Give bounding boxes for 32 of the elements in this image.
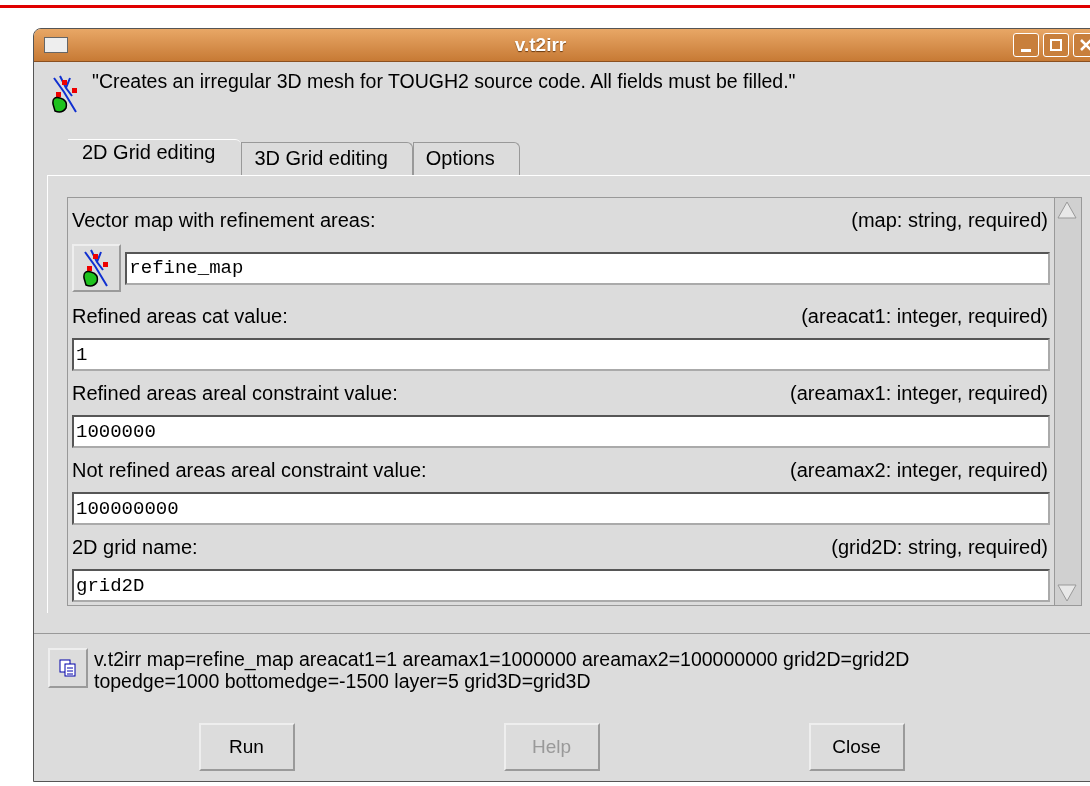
input-field[interactable]: grid2D (72, 569, 1050, 602)
copy-button[interactable] (48, 648, 88, 688)
window-title: v.t2irr (513, 34, 568, 56)
window-menu-button[interactable] (44, 37, 68, 53)
input-field[interactable]: 1000000 (72, 415, 1050, 448)
field-spec: (map: string, required) (851, 208, 1048, 232)
input-field[interactable]: 1 (72, 338, 1050, 371)
input-field[interactable]: 100000000 (72, 492, 1050, 525)
maximize-button[interactable] (1043, 33, 1069, 57)
field-spec: (areacat1: integer, required) (801, 304, 1048, 328)
maximize-icon (1049, 38, 1063, 52)
field-label: Not refined areas areal constraint value: (72, 458, 427, 482)
close-icon (1079, 38, 1090, 52)
scrollbar[interactable] (1054, 198, 1081, 605)
field-spec: (areamax1: integer, required) (790, 381, 1048, 405)
tab[interactable]: 3D Grid editing (241, 142, 413, 175)
field-spec: (grid2D: string, required) (831, 535, 1048, 559)
tab[interactable]: Options (412, 142, 520, 175)
field-label: Vector map with refinement areas: (72, 208, 376, 232)
field-label: Refined areas areal constraint value: (72, 381, 398, 405)
field-label: 2D grid name: (72, 535, 198, 559)
dialog-button[interactable]: Run (198, 723, 295, 771)
dialog-button[interactable]: Close (808, 723, 905, 771)
field-spec: (areamax2: integer, required) (790, 458, 1048, 482)
module-description: "Creates an irregular 3D mesh for TOUGH2 source code. All fields must be filled." (92, 70, 796, 94)
map-picker-button[interactable] (72, 244, 122, 292)
copy-icon (58, 658, 78, 678)
minimize-icon (1021, 48, 1031, 52)
field-label: Refined areas cat value: (72, 304, 288, 328)
minimize-button[interactable] (1013, 33, 1039, 57)
input-field[interactable]: refine_map (125, 251, 1050, 285)
command-preview: v.t2irr map=refine_map areacat1=1 areamax1=1000000 areamax2=100000000 grid2D=grid2D topedge=1000 bottomedge=-1500 layer=5 grid3D=grid3D (94, 648, 910, 694)
